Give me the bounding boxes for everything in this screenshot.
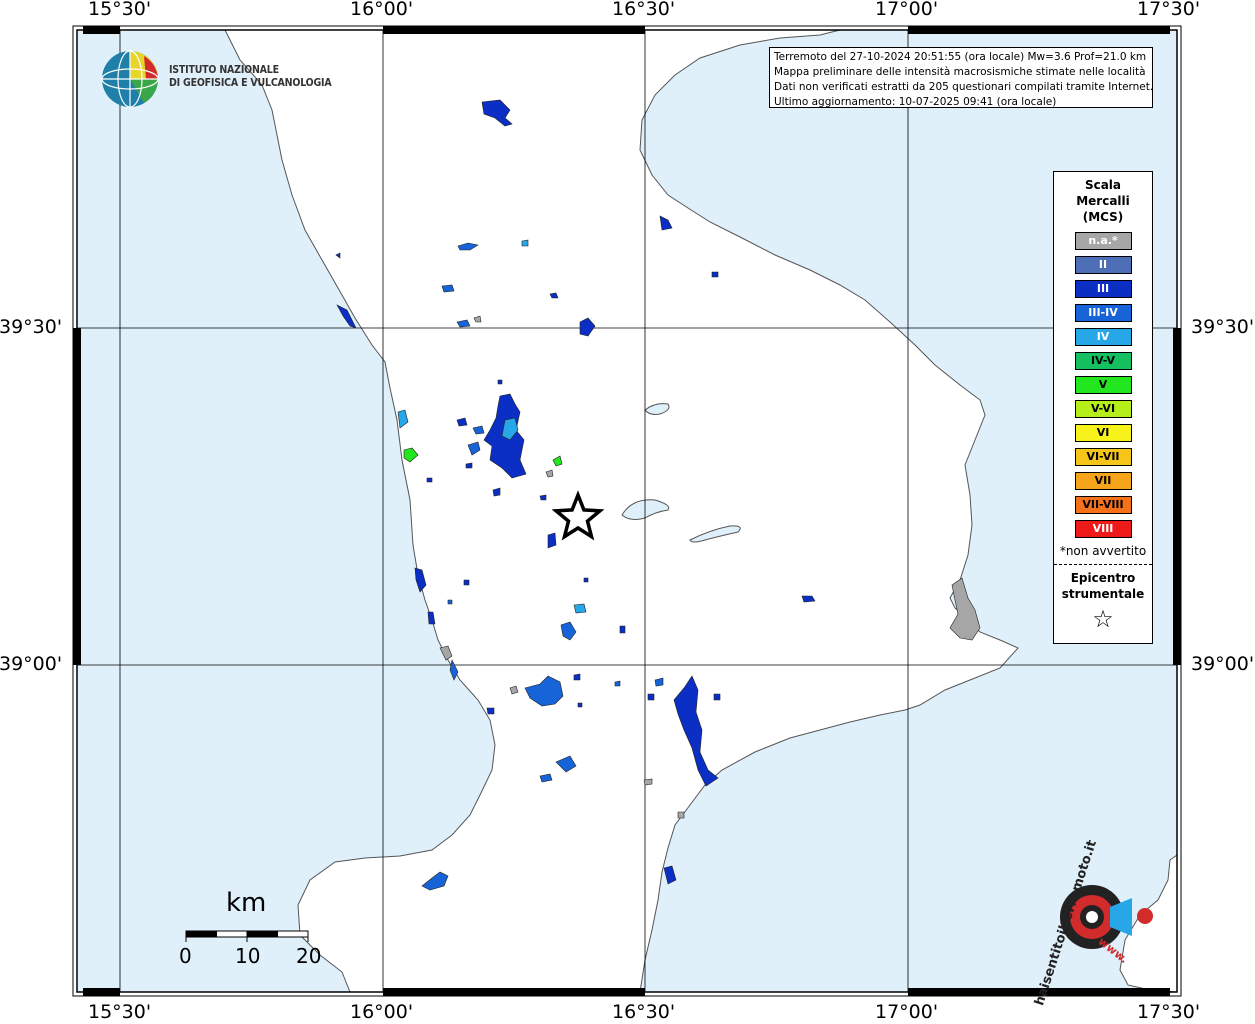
legend-separator <box>1054 564 1152 565</box>
legend-item: IV-V <box>1074 352 1132 370</box>
legend-item: VIII <box>1074 520 1132 538</box>
legend-note: *non avvertito <box>1059 544 1147 558</box>
legend-item: VI <box>1074 424 1132 442</box>
legend-title-line3: (MCS) <box>1082 210 1124 224</box>
locality-polygon <box>577 702 583 708</box>
legend-item: VII <box>1074 472 1132 490</box>
locality-polygon <box>547 532 557 549</box>
locality-polygon <box>463 579 470 586</box>
legend-item: VII-VIII <box>1074 496 1132 514</box>
lon-label-bottom-1700: 17°00' <box>875 1001 939 1023</box>
legend-epicenter-line1: Epicentro <box>1070 571 1136 585</box>
legend-item: V <box>1074 376 1132 394</box>
locality-polygon <box>677 811 685 819</box>
locality-polygon <box>497 379 503 385</box>
lon-label-bottom-1630: 16°30' <box>612 1001 676 1023</box>
lon-label-top-1600: 16°00' <box>350 0 414 20</box>
locality-polygon <box>713 693 721 701</box>
legend-title-line2: Mercalli <box>1076 194 1130 208</box>
locality-polygon <box>614 680 621 687</box>
legend-item: V-VI <box>1074 400 1132 418</box>
legend-epicenter-line2: strumentale <box>1061 587 1145 601</box>
lon-label-top-1730: 17°30' <box>1137 0 1201 20</box>
lon-label-top-1530: 15°30' <box>88 0 152 20</box>
event-info-line1: Terremoto del 27-10-2024 20:51:55 (ora l… <box>774 51 1147 63</box>
locality-polygon <box>521 239 529 247</box>
locality-polygon <box>441 284 455 293</box>
locality-polygon <box>643 778 653 786</box>
event-info-line3: Dati non verificati estratti da 205 ques… <box>774 81 1154 93</box>
legend-star-icon: ☆ <box>1092 605 1114 633</box>
locality-polygon <box>426 477 433 483</box>
locality-polygon <box>465 462 473 469</box>
ingv-globe-icon <box>101 50 159 108</box>
lon-label-bottom-1730: 17°30' <box>1137 1001 1201 1023</box>
lat-label-left-3900: 39°00' <box>0 653 63 675</box>
lon-label-bottom-1530: 15°30' <box>88 1001 152 1023</box>
ingv-name-line1: ISTITUTO NAZIONALE <box>169 64 279 76</box>
lon-label-bottom-1600: 16°00' <box>350 1001 414 1023</box>
intensity-legend: Scala Mercalli (MCS) n.a.* II III III-IV IV I… <box>1053 171 1153 644</box>
ingv-logo <box>100 48 164 114</box>
legend-item: III-IV <box>1074 304 1132 322</box>
locality-polygon <box>619 625 626 634</box>
event-info-line4: Ultimo aggiornamento: 10-07-2025 09:41 (… <box>774 96 1057 108</box>
scale-label-20: 20 <box>296 944 322 968</box>
locality-polygon <box>647 693 655 701</box>
legend-title: Scala Mercalli (MCS) <box>1054 177 1152 225</box>
scale-unit: km <box>226 888 267 918</box>
ingv-name-line2: DI GEOFISICA E VULCANOLOGIA <box>169 77 332 89</box>
locality-polygon <box>486 707 495 715</box>
locality-polygon <box>573 603 587 614</box>
lat-label-right-3930: 39°30' <box>1191 316 1255 338</box>
lat-label-left-3930: 39°30' <box>0 316 63 338</box>
scale-label-0: 0 <box>179 944 192 968</box>
legend-epicenter-label: Epicentro strumentale <box>1054 570 1152 602</box>
haisentito-logo: haisentitoilterremoto.it www. <box>1030 838 1160 1007</box>
legend-item: VI-VII <box>1074 448 1132 466</box>
lon-label-top-1700: 17°00' <box>875 0 939 20</box>
legend-item: II <box>1074 256 1132 274</box>
lon-label-top-1630: 16°30' <box>612 0 676 20</box>
locality-polygon <box>583 577 589 583</box>
ingv-name: ISTITUTO NAZIONALE DI GEOFISICA E VULCAN… <box>169 64 332 90</box>
locality-polygon <box>573 673 581 681</box>
legend-item: n.a.* <box>1074 232 1132 250</box>
locality-polygon <box>447 599 453 605</box>
event-info-line2: Mappa preliminare delle intensità macros… <box>774 66 1146 78</box>
scale-label-10: 10 <box>235 944 261 968</box>
locality-polygon <box>711 271 719 278</box>
legend-item: III <box>1074 280 1132 298</box>
legend-items: n.a.* II III III-IV IV IV-V V V-VI VI VI-VII VII VI… <box>1054 232 1152 538</box>
legend-title-line1: Scala <box>1084 178 1122 192</box>
legend-item: IV <box>1074 328 1132 346</box>
lat-label-right-3900: 39°00' <box>1191 653 1255 675</box>
locality-polygon <box>539 494 547 501</box>
event-info-box: Terremoto del 27-10-2024 20:51:55 (ora l… <box>769 47 1153 108</box>
